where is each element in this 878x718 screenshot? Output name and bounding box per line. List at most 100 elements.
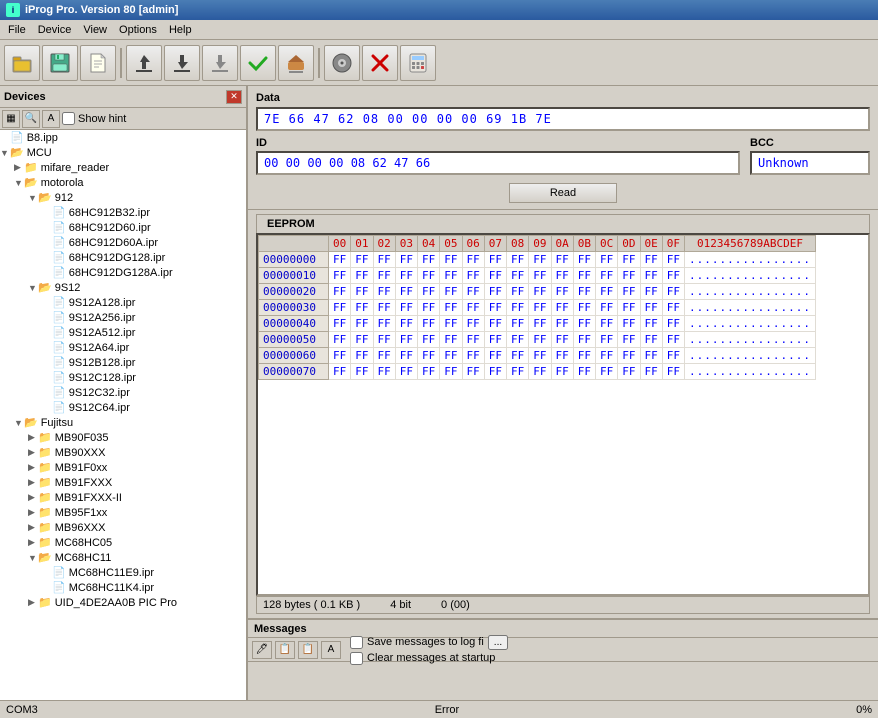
tree-item[interactable]: ▶ 📁 UID_4DE2AA0B PIC Pro (0, 595, 246, 610)
erase-button[interactable] (278, 45, 314, 81)
save-messages-checkbox[interactable] (350, 636, 363, 649)
tree-item[interactable]: 📄 9S12A256.ipr (0, 310, 246, 325)
hex-cell: FF (573, 364, 595, 380)
tree-item[interactable]: 📄 68HC912B32.ipr (0, 205, 246, 220)
tree-item[interactable]: 📄 9S12A64.ipr (0, 340, 246, 355)
tree-item[interactable]: ▶ 📁 MB91FXXX (0, 475, 246, 490)
ascii-cell: ................ (685, 252, 816, 268)
messages-btn-3[interactable]: 📋 (298, 641, 318, 659)
tree-expander: ▶ (28, 447, 38, 458)
open-button[interactable] (4, 45, 40, 81)
tree-item[interactable]: ▶ 📁 mifare_reader (0, 160, 246, 175)
calc-button[interactable] (400, 45, 436, 81)
tree-item[interactable]: ▶ 📁 MB91F0xx (0, 460, 246, 475)
messages-btn-4[interactable]: A (321, 641, 341, 659)
new-button[interactable] (80, 45, 116, 81)
hex-cell: FF (551, 348, 573, 364)
devices-tool-search[interactable]: 🔍 (22, 110, 40, 128)
tree-item[interactable]: 📄 MC68HC11E9.ipr (0, 565, 246, 580)
menu-view[interactable]: View (77, 22, 113, 38)
clear-messages-checkbox[interactable] (350, 652, 363, 665)
upload-button[interactable] (126, 45, 162, 81)
clear-messages-option[interactable]: Clear messages at startup (350, 652, 508, 665)
tree-item[interactable]: ▼ 📂 Fujitsu (0, 415, 246, 430)
tree-icon: 📄 (52, 236, 66, 249)
tree-item[interactable]: ▼ 📂 9S12 (0, 280, 246, 295)
tree-item[interactable]: ▼ 📂 MC68HC11 (0, 550, 246, 565)
eeprom-section: EEPROM 000102030405060708090A0B0C0D0E0F0… (248, 210, 878, 618)
tree-item[interactable]: 📄 68HC912DG128.ipr (0, 250, 246, 265)
hex-cell: FF (373, 268, 395, 284)
tree-item[interactable]: 📄 9S12C64.ipr (0, 400, 246, 415)
toolbar (0, 40, 878, 86)
tree-item[interactable]: ▼ 📂 912 (0, 190, 246, 205)
tree-item[interactable]: 📄 9S12A128.ipr (0, 295, 246, 310)
hex-cell: FF (618, 252, 640, 268)
show-hint-checkbox[interactable] (62, 112, 75, 125)
save-button[interactable] (42, 45, 78, 81)
tree-item[interactable]: 📄 9S12B128.ipr (0, 355, 246, 370)
hex-cell: FF (551, 364, 573, 380)
hex-cell: FF (440, 364, 462, 380)
hex-cell: FF (662, 300, 684, 316)
tree-expander: ▶ (28, 537, 38, 548)
read-button[interactable]: Read (509, 183, 617, 203)
tree-item[interactable]: ▶ 📁 MB95F1xx (0, 505, 246, 520)
tree-label: 68HC912DG128.ipr (69, 252, 166, 264)
devices-close-button[interactable]: ✕ (226, 90, 242, 104)
hex-cell: FF (596, 332, 618, 348)
addr-header (259, 236, 329, 252)
tree-icon: 📂 (24, 176, 38, 189)
devices-tool-font[interactable]: A (42, 110, 60, 128)
col-header: 09 (529, 236, 551, 252)
tree-item[interactable]: 📄 9S12A512.ipr (0, 325, 246, 340)
tree-item[interactable]: 📄 68HC912D60.ipr (0, 220, 246, 235)
verify-button[interactable] (240, 45, 276, 81)
tree-item[interactable]: ▼ 📂 MCU (0, 145, 246, 160)
tree-item[interactable]: 📄 B8.ipp (0, 130, 246, 145)
download2-button[interactable] (202, 45, 238, 81)
devices-header: Devices ✕ (0, 86, 246, 108)
tree-label: 68HC912D60.ipr (69, 222, 151, 234)
hex-cell: FF (373, 252, 395, 268)
menu-device[interactable]: Device (32, 22, 78, 38)
tree-item[interactable]: 📄 68HC912D60A.ipr (0, 235, 246, 250)
menu-options[interactable]: Options (113, 22, 163, 38)
tree-item[interactable]: ▶ 📁 MC68HC05 (0, 535, 246, 550)
hex-cell: FF (351, 316, 373, 332)
hex-cell: FF (418, 284, 440, 300)
hex-cell: FF (662, 268, 684, 284)
table-row: 00000030FFFFFFFFFFFFFFFFFFFFFFFFFFFFFFFF… (259, 300, 816, 316)
tree-item[interactable]: ▶ 📁 MB90F035 (0, 430, 246, 445)
id-value: 00 00 00 00 08 62 47 66 (256, 151, 740, 175)
download-button[interactable] (164, 45, 200, 81)
show-hint-label[interactable]: Show hint (62, 112, 126, 125)
save-messages-option[interactable]: Save messages to log fi ... (350, 635, 508, 650)
device-tree[interactable]: 📄 B8.ipp ▼ 📂 MCU ▶ 📁 mifare_reader ▼ 📂 m… (0, 130, 246, 718)
eeprom-tab[interactable]: EEPROM (256, 214, 870, 233)
bcc-section: BCC Unknown (750, 137, 870, 175)
hex-cell: FF (462, 252, 484, 268)
messages-btn-2[interactable]: 📋 (275, 641, 295, 659)
browse-log-button[interactable]: ... (488, 635, 508, 650)
menu-file[interactable]: File (2, 22, 32, 38)
tree-item[interactable]: ▼ 📂 motorola (0, 175, 246, 190)
eeprom-table-container[interactable]: 000102030405060708090A0B0C0D0E0F01234567… (256, 233, 870, 596)
hex-cell: FF (640, 300, 662, 316)
devices-tool-select[interactable]: ▦ (2, 110, 20, 128)
messages-btn-1[interactable]: 🖊 (252, 641, 272, 659)
tree-item[interactable]: ▶ 📁 MB91FXXX-II (0, 490, 246, 505)
tree-item[interactable]: ▶ 📁 MB90XXX (0, 445, 246, 460)
hex-cell: FF (484, 284, 506, 300)
disk-button[interactable] (324, 45, 360, 81)
stop-button[interactable] (362, 45, 398, 81)
menu-help[interactable]: Help (163, 22, 198, 38)
tree-item[interactable]: 📄 68HC912DG128A.ipr (0, 265, 246, 280)
tree-label: MB90F035 (55, 432, 109, 444)
tree-item[interactable]: 📄 9S12C128.ipr (0, 370, 246, 385)
hex-cell: FF (329, 348, 351, 364)
tree-item[interactable]: 📄 MC68HC11K4.ipr (0, 580, 246, 595)
addr-cell: 00000000 (259, 252, 329, 268)
tree-item[interactable]: 📄 9S12C32.ipr (0, 385, 246, 400)
tree-item[interactable]: ▶ 📁 MB96XXX (0, 520, 246, 535)
